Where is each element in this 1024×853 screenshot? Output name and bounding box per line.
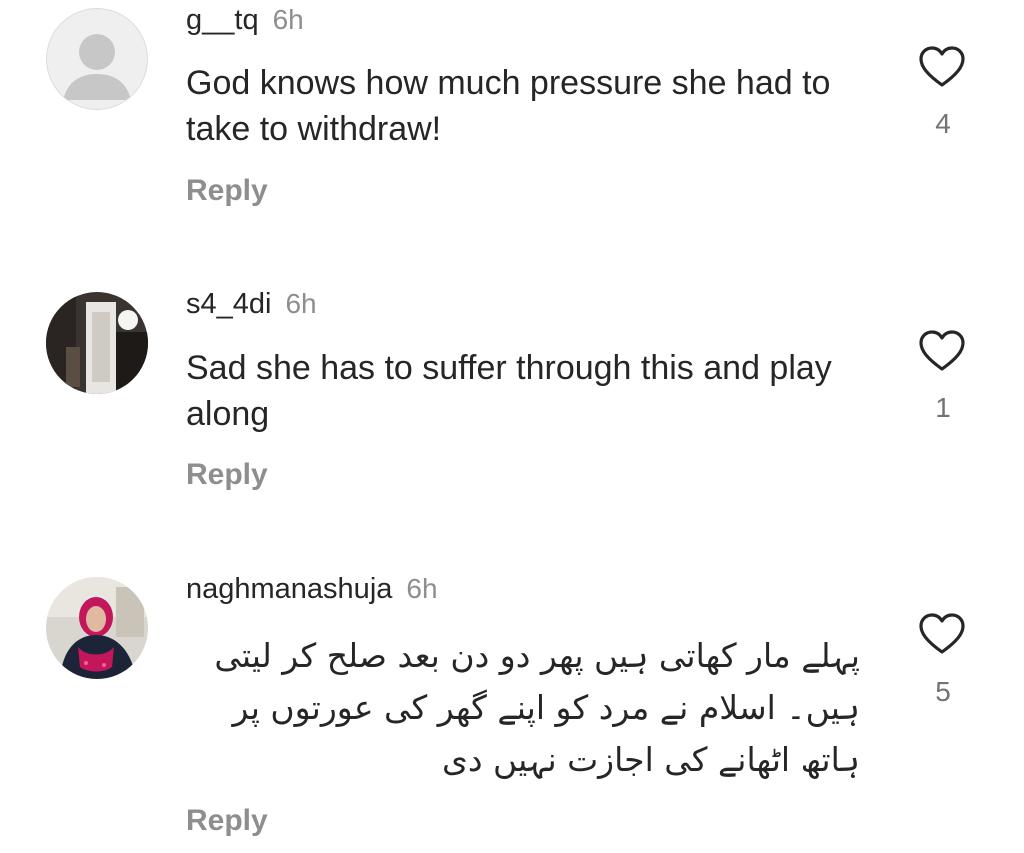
like-button[interactable]	[918, 612, 966, 656]
username[interactable]: s4_4di	[186, 288, 271, 320]
heart-outline-icon	[919, 330, 965, 371]
avatar[interactable]	[46, 8, 148, 110]
avatar[interactable]	[46, 577, 148, 679]
timestamp: 6h	[272, 4, 304, 35]
reply-button[interactable]: Reply	[186, 458, 268, 492]
reply-button[interactable]: Reply	[186, 804, 268, 838]
photo-avatar-icon	[46, 577, 148, 679]
like-count: 1	[935, 392, 951, 423]
comment-header: naghmanashuja 6h	[186, 573, 438, 606]
heart-outline-icon	[919, 613, 965, 654]
avatar[interactable]	[46, 292, 148, 394]
timestamp: 6h	[285, 288, 317, 319]
default-avatar-icon	[46, 8, 148, 110]
comment-text: Sad she has to suffer through this and p…	[186, 349, 832, 433]
comment-header: s4_4di 6h	[186, 288, 317, 321]
like-count: 5	[935, 676, 951, 707]
heart-outline-icon	[919, 46, 965, 87]
username[interactable]: naghmanashuja	[186, 573, 392, 605]
like-button[interactable]	[918, 329, 966, 373]
reply-button[interactable]: Reply	[186, 174, 268, 208]
username[interactable]: g__tq	[186, 4, 259, 36]
timestamp: 6h	[406, 573, 438, 604]
comment-text: God knows how much pressure she had to t…	[186, 64, 831, 148]
comment-header: g__tq 6h	[186, 4, 304, 37]
photo-avatar-icon	[46, 292, 148, 394]
like-count: 4	[935, 108, 951, 139]
like-button[interactable]	[918, 45, 966, 89]
comment-text: پہلے مار کھاتی ہیں پھر دو دن بعد صلح کر …	[214, 636, 860, 779]
